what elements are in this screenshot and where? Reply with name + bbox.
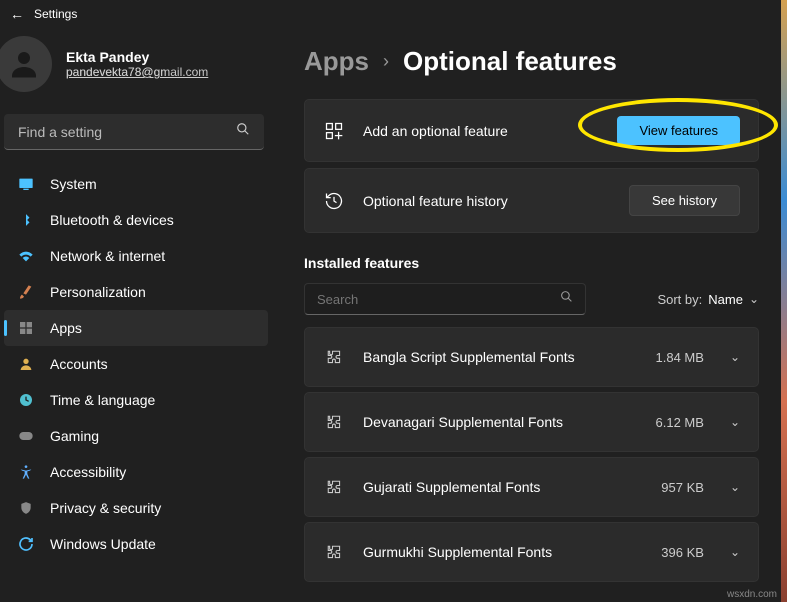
nav-label: Privacy & security: [50, 500, 161, 516]
history-card: Optional feature history See history: [304, 168, 759, 233]
sort-label: Sort by:: [657, 292, 702, 307]
nav-label: Time & language: [50, 392, 155, 408]
profile-name: Ekta Pandey: [66, 49, 208, 65]
wifi-icon: [18, 248, 34, 264]
nav-list: System Bluetooth & devices Network & inter…: [0, 166, 272, 562]
sort-dropdown[interactable]: Sort by: Name ⌄: [657, 292, 759, 307]
feature-search[interactable]: [304, 283, 586, 315]
watermark: wsxdn.com: [727, 589, 777, 600]
system-icon: [18, 176, 34, 192]
nav-label: Windows Update: [50, 536, 156, 552]
feature-list: Bangla Script Supplemental Fonts 1.84 MB ⌄…: [304, 327, 759, 582]
chevron-down-icon: ⌄: [730, 545, 740, 559]
accessibility-icon: [18, 464, 34, 480]
sidebar-item-accessibility[interactable]: Accessibility: [4, 454, 268, 490]
sidebar-item-bluetooth-devices[interactable]: Bluetooth & devices: [4, 202, 268, 238]
feature-name: Devanagari Supplemental Fonts: [363, 414, 638, 430]
feature-name: Gujarati Supplemental Fonts: [363, 479, 643, 495]
sidebar: Ekta Pandey pandevekta78@gmail.com Syste…: [0, 28, 280, 602]
chevron-down-icon: ⌄: [730, 480, 740, 494]
puzzle-icon: [323, 476, 345, 498]
nav-label: Accounts: [50, 356, 108, 372]
feature-item[interactable]: Devanagari Supplemental Fonts 6.12 MB ⌄: [304, 392, 759, 452]
chevron-down-icon: ⌄: [749, 292, 759, 306]
sidebar-item-accounts[interactable]: Accounts: [4, 346, 268, 382]
add-feature-card: Add an optional feature View features: [304, 99, 759, 162]
nav-label: Personalization: [50, 284, 146, 300]
feature-search-input[interactable]: [317, 292, 560, 307]
update-icon: [18, 536, 34, 552]
feature-item[interactable]: Gujarati Supplemental Fonts 957 KB ⌄: [304, 457, 759, 517]
nav-label: Accessibility: [50, 464, 126, 480]
brush-icon: [18, 284, 34, 300]
sidebar-item-system[interactable]: System: [4, 166, 268, 202]
feature-size: 396 KB: [661, 545, 704, 560]
search-icon: [560, 290, 573, 308]
sidebar-item-network-internet[interactable]: Network & internet: [4, 238, 268, 274]
breadcrumb-parent[interactable]: Apps: [304, 46, 369, 77]
profile-section[interactable]: Ekta Pandey pandevekta78@gmail.com: [0, 28, 272, 108]
breadcrumb: Apps › Optional features: [304, 46, 759, 77]
puzzle-icon: [323, 346, 345, 368]
add-app-icon: [323, 120, 345, 142]
puzzle-icon: [323, 541, 345, 563]
account-icon: [18, 356, 34, 372]
feature-size: 6.12 MB: [656, 415, 704, 430]
main-content: Apps › Optional features Add an optional…: [280, 28, 787, 602]
gaming-icon: [18, 428, 34, 444]
add-feature-label: Add an optional feature: [363, 123, 599, 139]
see-history-button[interactable]: See history: [629, 185, 740, 216]
scrollbar-edge: [781, 0, 787, 602]
sidebar-item-windows-update[interactable]: Windows Update: [4, 526, 268, 562]
page-title: Optional features: [403, 46, 617, 77]
back-icon[interactable]: ←: [10, 6, 24, 22]
avatar: [0, 36, 52, 92]
history-label: Optional feature history: [363, 193, 611, 209]
time-icon: [18, 392, 34, 408]
apps-icon: [18, 320, 34, 336]
search-input[interactable]: [18, 124, 236, 140]
privacy-icon: [18, 500, 34, 516]
settings-search[interactable]: [4, 114, 264, 150]
sidebar-item-time-language[interactable]: Time & language: [4, 382, 268, 418]
search-icon: [236, 122, 250, 141]
feature-size: 1.84 MB: [656, 350, 704, 365]
feature-size: 957 KB: [661, 480, 704, 495]
nav-label: System: [50, 176, 97, 192]
feature-name: Gurmukhi Supplemental Fonts: [363, 544, 643, 560]
bluetooth-icon: [18, 212, 34, 228]
sort-value: Name: [708, 292, 743, 307]
chevron-right-icon: ›: [383, 51, 389, 72]
window-header: ← Settings: [0, 0, 787, 28]
sidebar-item-gaming[interactable]: Gaming: [4, 418, 268, 454]
nav-label: Network & internet: [50, 248, 165, 264]
history-icon: [323, 190, 345, 212]
sidebar-item-apps[interactable]: Apps: [4, 310, 268, 346]
window-title: Settings: [34, 7, 77, 21]
profile-email: pandevekta78@gmail.com: [66, 65, 208, 79]
chevron-down-icon: ⌄: [730, 350, 740, 364]
nav-label: Apps: [50, 320, 82, 336]
installed-title: Installed features: [304, 255, 759, 271]
nav-label: Gaming: [50, 428, 99, 444]
filter-row: Sort by: Name ⌄: [304, 283, 759, 315]
feature-item[interactable]: Gurmukhi Supplemental Fonts 396 KB ⌄: [304, 522, 759, 582]
chevron-down-icon: ⌄: [730, 415, 740, 429]
feature-item[interactable]: Bangla Script Supplemental Fonts 1.84 MB ⌄: [304, 327, 759, 387]
feature-name: Bangla Script Supplemental Fonts: [363, 349, 638, 365]
view-features-button[interactable]: View features: [617, 116, 740, 145]
puzzle-icon: [323, 411, 345, 433]
sidebar-item-personalization[interactable]: Personalization: [4, 274, 268, 310]
nav-label: Bluetooth & devices: [50, 212, 174, 228]
sidebar-item-privacy-security[interactable]: Privacy & security: [4, 490, 268, 526]
